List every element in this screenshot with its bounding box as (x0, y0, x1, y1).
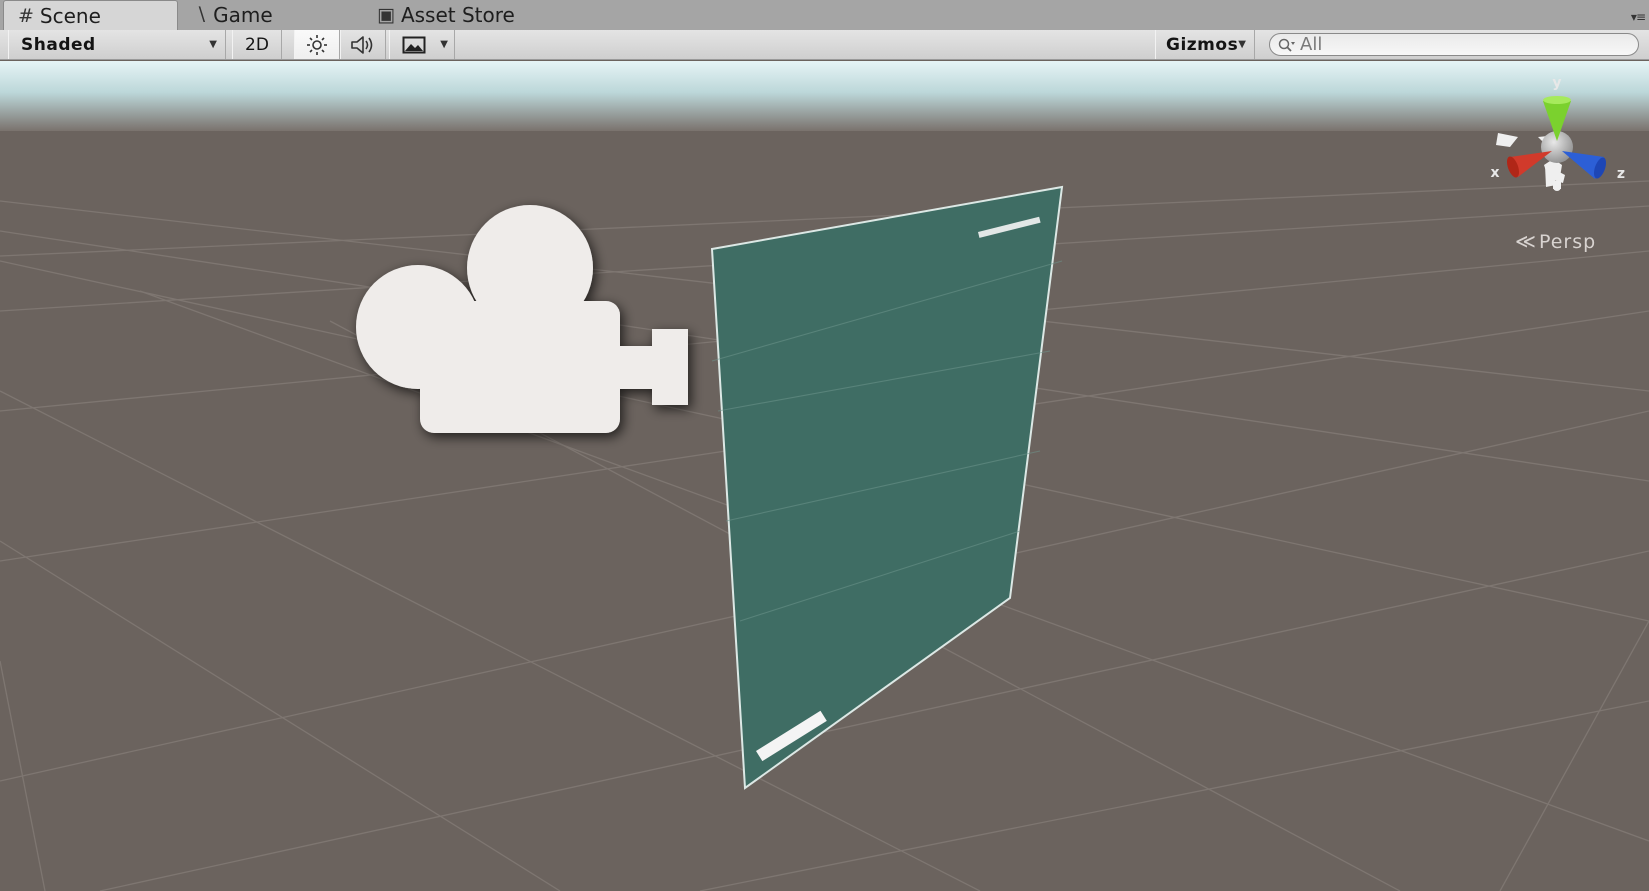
tab-asset-store-label: Asset Store (400, 3, 515, 27)
sun-icon (307, 34, 327, 55)
tab-game-label: Game (213, 3, 273, 27)
scene-grid-icon: # (18, 4, 34, 27)
tab-asset-store[interactable]: ▣ Asset Store (377, 0, 547, 30)
speaker-icon (351, 35, 373, 54)
scene-viewport[interactable]: y x z ≪ Persp (0, 61, 1649, 891)
search-icon (1278, 38, 1295, 52)
scene-render: y x z (0, 61, 1649, 891)
z-axis-label: z (1617, 166, 1625, 182)
tab-scene-label: Scene (39, 3, 101, 28)
tab-game[interactable]: ∖ Game (195, 0, 315, 30)
game-controller-icon: ∖ (195, 4, 208, 26)
shading-mode-value: Shaded (21, 34, 96, 55)
perspective-arrow-icon: ≪ (1515, 229, 1537, 253)
scene-toolbar: Shaded ▼ 2D ▼ Gizmos ▼ All (0, 30, 1649, 60)
x-axis-label: x (1490, 165, 1499, 181)
scene-view-window: # Scene ∖ Game ▣ Asset Store ▾≡ Shaded ▼… (0, 0, 1649, 891)
projection-toggle[interactable]: ≪ Persp (1515, 229, 1596, 253)
tab-bar: # Scene ∖ Game ▣ Asset Store ▾≡ (0, 0, 1649, 31)
toggle-2d-label: 2D (245, 34, 269, 55)
y-axis-label: y (1552, 75, 1561, 91)
projection-label: Persp (1538, 231, 1597, 253)
asset-store-bag-icon: ▣ (377, 4, 395, 26)
shading-mode-dropdown[interactable]: Shaded ▼ (8, 30, 226, 59)
skybox (0, 61, 1649, 131)
chevron-down-icon: ▼ (440, 39, 448, 50)
gizmos-dropdown[interactable]: Gizmos ▼ (1155, 30, 1255, 59)
scene-lighting-toggle[interactable] (294, 30, 340, 59)
scene-effects-dropdown[interactable]: ▼ (389, 30, 455, 59)
panel-menu-icon[interactable]: ▾≡ (1631, 10, 1646, 24)
tab-scene[interactable]: # Scene (3, 0, 178, 30)
search-input[interactable] (1298, 34, 1620, 55)
chevron-down-icon: ▼ (209, 39, 217, 50)
toggle-2d-button[interactable]: 2D (232, 30, 282, 59)
gizmos-label: Gizmos (1166, 34, 1239, 55)
scene-search-field[interactable] (1269, 33, 1639, 56)
chevron-down-icon: ▼ (1238, 39, 1246, 50)
image-icon (402, 36, 426, 53)
scene-audio-toggle[interactable] (340, 30, 386, 59)
